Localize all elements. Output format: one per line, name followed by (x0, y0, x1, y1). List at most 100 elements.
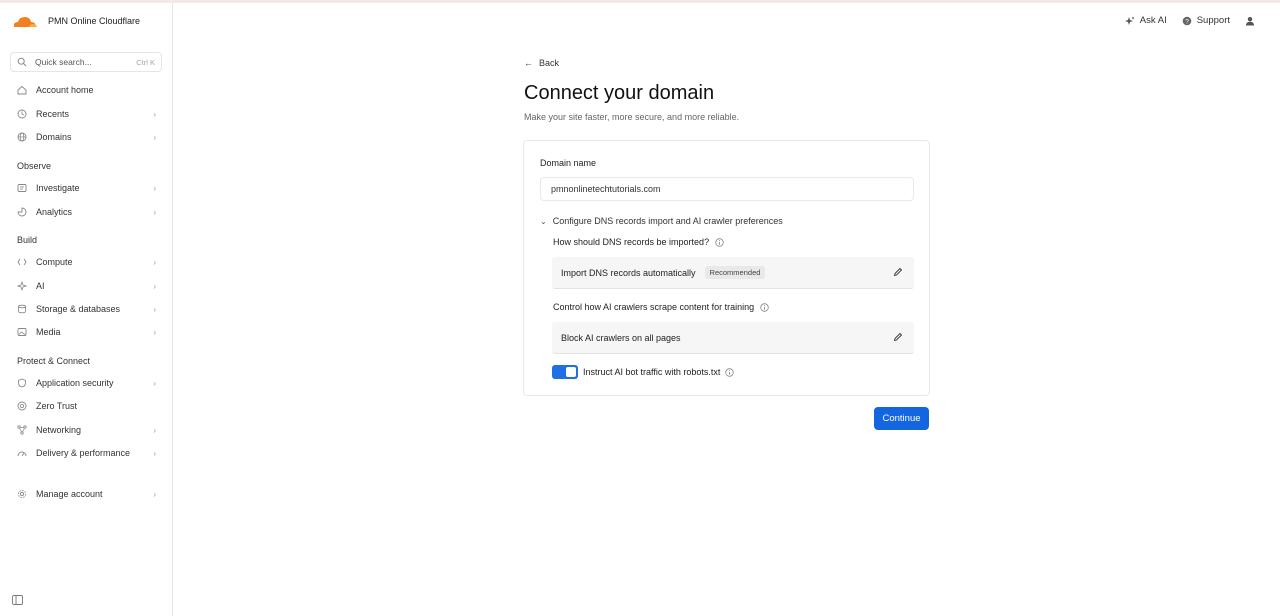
clock-icon (17, 109, 27, 119)
sidebar-item-label: Domains (36, 132, 72, 142)
shield-icon (17, 378, 27, 388)
user-menu-button[interactable] (1245, 16, 1260, 26)
pencil-icon[interactable] (893, 267, 903, 277)
chevron-right-icon: › (153, 489, 156, 499)
sidebar-item-zero-trust[interactable]: Zero Trust (10, 396, 162, 416)
chevron-right-icon: › (153, 378, 156, 388)
support-label: Support (1196, 15, 1230, 26)
media-icon (17, 327, 27, 337)
chevron-right-icon: › (153, 132, 156, 142)
ai-crawler-question-text: Control how AI crawlers scrape content f… (553, 302, 755, 312)
search-shortcut: Ctrl K (136, 57, 155, 67)
ask-ai-button[interactable]: Ask AI (1124, 15, 1167, 26)
sidebar-item-label: Delivery & performance (36, 448, 131, 458)
sidebar-item-label: Investigate (36, 183, 80, 193)
sidebar-item-compute[interactable]: Compute › (10, 252, 162, 272)
sidebar-item-manage-account[interactable]: Manage account › (10, 484, 162, 504)
dns-import-option[interactable]: Import DNS records automatically Recomme… (552, 257, 914, 289)
sidebar-item-ai[interactable]: AI › (10, 276, 162, 296)
network-icon (17, 425, 27, 435)
globe-icon (17, 132, 27, 142)
configure-preferences-toggle[interactable]: ⌄ Configure DNS records import and AI cr… (540, 216, 783, 226)
back-link[interactable]: ← Back (524, 58, 559, 68)
ai-icon (17, 281, 27, 291)
gear-icon (17, 489, 27, 499)
dns-import-option-text: Import DNS records automatically (561, 267, 696, 278)
delivery-icon (17, 448, 27, 458)
back-label: Back (539, 58, 560, 68)
section-title-build: Build (17, 235, 38, 245)
configure-preferences-label: Configure DNS records import and AI craw… (552, 216, 783, 226)
ai-crawler-option-text: Block AI crawlers on all pages (561, 332, 681, 343)
topbar-actions: Ask AI ? Support (1124, 15, 1260, 26)
collapse-sidebar-icon[interactable] (12, 595, 23, 605)
continue-button[interactable]: Continue (874, 407, 929, 430)
compute-icon (17, 257, 27, 267)
database-icon (17, 304, 27, 314)
cloudflare-logo-icon (13, 17, 37, 27)
sidebar-item-application-security[interactable]: Application security › (10, 373, 162, 393)
account-name: PMN Online Cloudflare (48, 16, 141, 26)
robots-txt-toggle[interactable] (552, 365, 578, 379)
ai-crawler-option[interactable]: Block AI crawlers on all pages (552, 322, 914, 354)
robots-txt-row: Instruct AI bot traffic with robots.txt (552, 365, 735, 379)
quick-search[interactable]: Quick search... Ctrl K (10, 52, 162, 72)
user-icon (1246, 16, 1254, 25)
sidebar-item-media[interactable]: Media › (10, 322, 162, 342)
chevron-right-icon: › (153, 281, 156, 291)
info-icon[interactable] (760, 302, 769, 312)
dns-import-question: How should DNS records be imported? (553, 237, 724, 247)
domain-name-input[interactable] (540, 177, 914, 201)
sidebar-item-delivery-performance[interactable]: Delivery & performance › (10, 443, 162, 463)
top-accent-line (0, 0, 1280, 3)
sidebar-item-domains[interactable]: Domains › (10, 127, 162, 147)
chevron-down-icon: ⌄ (540, 216, 547, 226)
sparkle-icon (1124, 16, 1135, 25)
chevron-right-icon: › (153, 207, 156, 217)
sidebar-item-label: Manage account (36, 489, 103, 499)
sidebar-item-label: Zero Trust (36, 401, 78, 411)
ai-crawler-question: Control how AI crawlers scrape content f… (553, 302, 769, 312)
chevron-right-icon: › (153, 448, 156, 458)
dns-import-question-text: How should DNS records be imported? (553, 237, 710, 247)
account-switcher[interactable]: PMN Online Cloudflare (10, 11, 140, 31)
domain-name-label: Domain name (540, 158, 597, 168)
arrow-left-icon: ← (524, 58, 533, 68)
sidebar-item-label: Application security (36, 378, 114, 388)
sidebar-item-account-home[interactable]: Account home (10, 80, 162, 100)
support-button[interactable]: ? Support (1182, 15, 1230, 26)
investigate-icon (17, 183, 27, 193)
sidebar-item-label: Compute (36, 257, 73, 267)
sidebar-item-recents[interactable]: Recents › (10, 104, 162, 124)
info-icon[interactable] (725, 367, 735, 377)
svg-text:?: ? (1185, 18, 1189, 25)
sidebar-item-label: Media (36, 327, 61, 337)
zero-trust-icon (17, 401, 27, 411)
chevron-right-icon: › (153, 257, 156, 267)
page-subtitle: Make your site faster, more secure, and … (524, 112, 740, 122)
chevron-right-icon: › (153, 183, 156, 193)
sidebar: PMN Online Cloudflare Quick search... Ct… (0, 3, 173, 616)
sidebar-item-networking[interactable]: Networking › (10, 420, 162, 440)
pencil-icon[interactable] (893, 332, 903, 342)
sidebar-item-label: AI (36, 281, 45, 291)
help-icon: ? (1182, 16, 1192, 25)
info-icon[interactable] (715, 237, 724, 247)
page-title: Connect your domain (524, 82, 715, 104)
chevron-right-icon: › (153, 425, 156, 435)
sidebar-item-label: Networking (36, 425, 82, 435)
chevron-right-icon: › (153, 109, 156, 119)
sidebar-item-label: Analytics (36, 207, 73, 217)
section-title-observe: Observe (17, 161, 52, 171)
connect-domain-card: Domain name ⌄ Configure DNS records impo… (523, 140, 930, 396)
sidebar-item-label: Storage & databases (36, 304, 121, 314)
home-icon (17, 85, 27, 95)
sidebar-item-investigate[interactable]: Investigate › (10, 178, 162, 198)
recommended-badge: Recommended (704, 266, 766, 279)
sidebar-item-storage-databases[interactable]: Storage & databases › (10, 299, 162, 319)
robots-txt-label: Instruct AI bot traffic with robots.txt (583, 367, 721, 377)
chevron-right-icon: › (153, 304, 156, 314)
section-title-protect-connect: Protect & Connect (17, 356, 91, 366)
sidebar-item-analytics[interactable]: Analytics › (10, 202, 162, 222)
chevron-right-icon: › (153, 327, 156, 337)
